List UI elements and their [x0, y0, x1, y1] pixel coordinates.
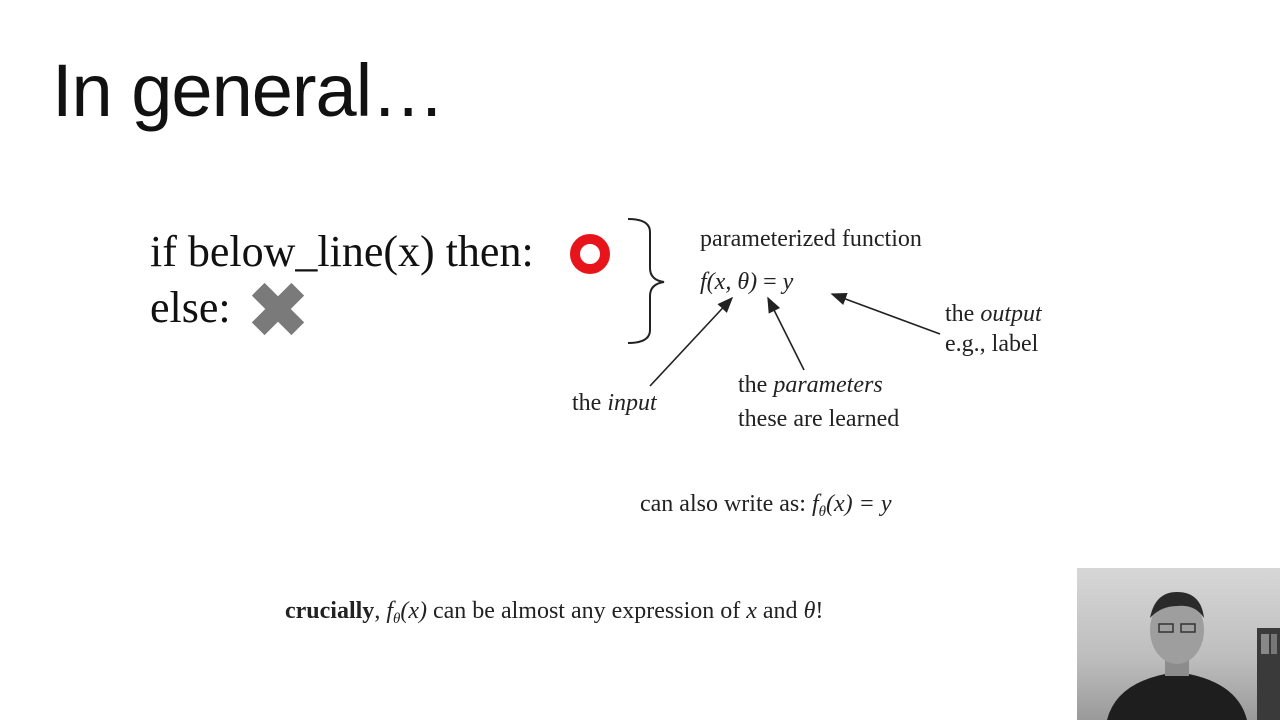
curly-brace	[627, 218, 665, 344]
eq-f: f	[700, 269, 707, 295]
cr-and: and	[756, 598, 804, 624]
eq-args: (x, θ)	[706, 269, 758, 295]
gray-x-icon	[251, 282, 305, 336]
params-the: the	[738, 372, 774, 398]
presenter-figure	[1107, 592, 1280, 720]
eq-equals: =	[757, 269, 783, 295]
parameterized-function-label: parameterized function	[700, 226, 922, 252]
alt-form-prefix: can also write as:	[640, 491, 806, 517]
crucially-comma: ,	[374, 598, 387, 624]
input-word: input	[607, 390, 657, 416]
cr-f: f	[386, 598, 393, 624]
function-equation: f(x, θ) = y	[700, 266, 793, 298]
presenter-webcam	[1077, 568, 1280, 720]
alt-rest: (x) = y	[825, 491, 892, 517]
arrow-to-x	[649, 296, 734, 387]
params-word: parameters	[773, 372, 883, 398]
alt-sub: θ	[818, 504, 826, 520]
parameters-learned: these are learned	[738, 406, 900, 432]
alt-form-line: can also write as: fθ(x) = y	[640, 488, 891, 528]
cr-xvar: x	[746, 598, 757, 624]
cr-x: (x)	[400, 598, 427, 624]
input-label: the input	[572, 387, 657, 419]
cr-text: can be almost any expression of	[427, 598, 747, 624]
input-the: the	[572, 390, 608, 416]
cr-bang: !	[815, 598, 824, 624]
red-circle-icon	[570, 234, 610, 274]
crucially-bold: crucially	[285, 598, 375, 624]
parameters-label: the parameters	[738, 369, 883, 401]
crucially-line: crucially, f θ (x) can be almost any expre…	[285, 595, 823, 635]
output-label: the output	[945, 298, 1042, 330]
eq-y: y	[782, 269, 794, 295]
cr-theta: θ	[803, 598, 816, 624]
output-the: the	[945, 301, 981, 327]
alt-f: f	[811, 491, 819, 517]
output-word: output	[980, 301, 1042, 327]
output-example: e.g., label	[945, 331, 1039, 357]
arrow-to-theta	[767, 296, 805, 371]
arrow-to-y	[830, 292, 941, 335]
